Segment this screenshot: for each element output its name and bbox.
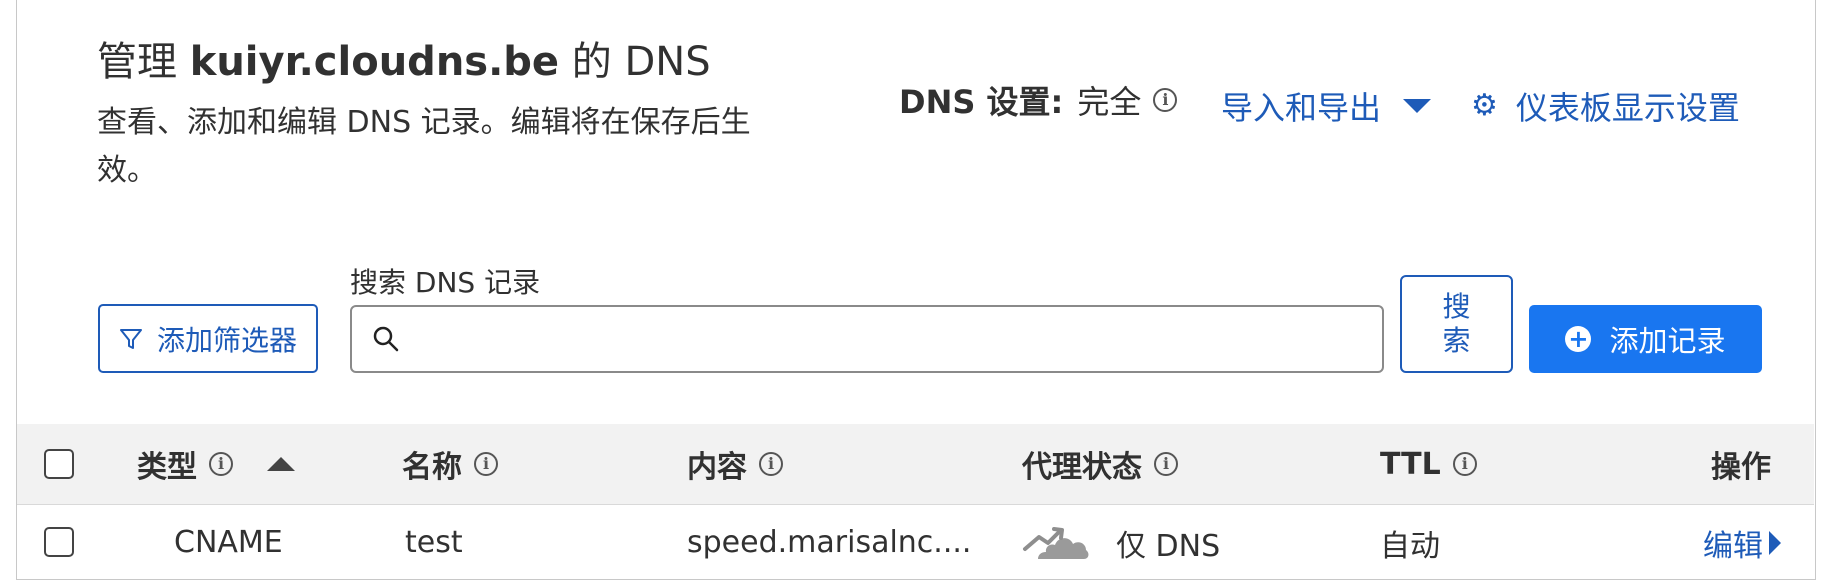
column-header-content: 内容 i xyxy=(687,424,783,504)
dns-setting: DNS 设置: 完全 i xyxy=(899,77,1178,123)
search-input[interactable] xyxy=(412,318,1382,360)
search-button[interactable]: 搜索 xyxy=(1400,275,1513,373)
info-icon[interactable]: i xyxy=(759,452,783,476)
column-type-label: 类型 xyxy=(137,450,197,485)
search-icon xyxy=(373,326,399,352)
add-filter-label: 添加筛选器 xyxy=(156,323,297,357)
column-header-actions: 操作 xyxy=(1711,424,1771,504)
column-header-proxy: 代理状态 i xyxy=(1022,424,1178,504)
dashboard-display-label: 仪表板显示设置 xyxy=(1515,89,1740,127)
dashboard-display-settings-link[interactable]: ⚙ 仪表板显示设置 xyxy=(1471,83,1740,129)
column-name-label: 名称 xyxy=(402,450,462,485)
column-proxy-label: 代理状态 xyxy=(1022,450,1142,485)
row-checkbox[interactable] xyxy=(44,527,74,557)
dns-only-cloud-icon xyxy=(1023,526,1089,559)
dns-setting-value: 完全 xyxy=(1077,83,1142,121)
table-row: CNAME test speed.marisalnc.... 仅 DNS 自动 … xyxy=(17,505,1814,580)
gear-icon: ⚙ xyxy=(1471,88,1498,123)
record-content: speed.marisalnc.... xyxy=(687,525,972,560)
select-all-checkbox[interactable] xyxy=(44,449,74,479)
column-header-type[interactable]: 类型 i xyxy=(137,424,295,504)
title-prefix: 管理 xyxy=(97,39,177,85)
info-icon[interactable]: i xyxy=(1154,452,1178,476)
column-content-label: 内容 xyxy=(687,450,747,485)
caret-down-icon xyxy=(1403,99,1432,113)
add-record-button[interactable]: + 添加记录 xyxy=(1529,305,1762,373)
import-export-dropdown[interactable]: 导入和导出 xyxy=(1221,83,1432,129)
search-label: 搜索 DNS 记录 xyxy=(350,266,541,299)
domain-name: kuiyr.cloudns.be xyxy=(189,39,560,85)
sort-ascending-icon[interactable] xyxy=(267,457,295,471)
record-ttl: 自动 xyxy=(1380,528,1440,564)
add-filter-button[interactable]: 添加筛选器 xyxy=(98,304,318,373)
info-icon[interactable]: i xyxy=(1153,88,1178,112)
edit-record-link[interactable]: 编辑 xyxy=(1703,505,1781,580)
chevron-right-icon xyxy=(1769,530,1781,555)
info-icon[interactable]: i xyxy=(1452,452,1477,476)
search-button-label: 搜索 xyxy=(1442,290,1471,357)
page-title: 管理 kuiyr.cloudns.be 的 DNS xyxy=(97,29,711,87)
proxy-status-label: 仅 DNS xyxy=(1116,528,1221,564)
title-suffix: 的 DNS xyxy=(571,39,711,85)
record-type: CNAME xyxy=(174,525,283,560)
plus-circle-icon: + xyxy=(1565,326,1592,352)
import-export-label: 导入和导出 xyxy=(1221,89,1382,127)
dns-setting-label: DNS 设置: xyxy=(899,83,1064,121)
edit-record-label: 编辑 xyxy=(1703,528,1763,564)
column-ttl-label: TTL xyxy=(1380,446,1441,482)
table-header: 类型 i 名称 i 内容 i 代理状态 i TTL i 操作 xyxy=(17,424,1814,505)
info-icon[interactable]: i xyxy=(209,452,233,476)
proxy-status: 仅 DNS xyxy=(1022,505,1220,580)
search-field[interactable] xyxy=(350,305,1384,373)
column-actions-label: 操作 xyxy=(1711,450,1771,485)
add-record-label: 添加记录 xyxy=(1609,324,1726,358)
column-header-name: 名称 i xyxy=(402,424,498,504)
record-name: test xyxy=(405,525,463,560)
info-icon[interactable]: i xyxy=(474,452,498,476)
column-header-ttl: TTL i xyxy=(1380,424,1477,504)
filter-icon xyxy=(119,328,142,349)
page-description: 查看、添加和编辑 DNS 记录。编辑将在保存后生效。 xyxy=(97,105,751,188)
